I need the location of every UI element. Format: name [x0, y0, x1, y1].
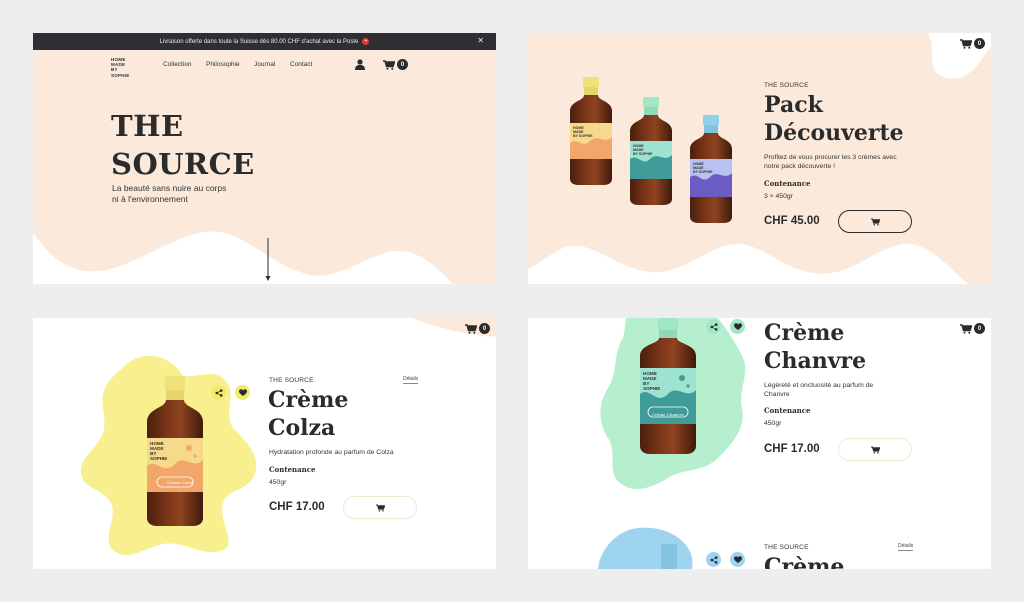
- product-title-line: Découverte: [764, 120, 904, 146]
- cart-count-badge: 0: [974, 323, 985, 334]
- contenance-value: 450gr: [764, 420, 782, 427]
- arrow-down-icon[interactable]: [265, 238, 271, 282]
- product-price: CHF 17.00: [764, 443, 820, 455]
- bottle-mint: HOME MADE BY SOPHIE: [630, 97, 672, 205]
- product-title: Pack Découverte: [764, 91, 904, 147]
- cart-button[interactable]: 0: [960, 323, 985, 334]
- hero-subtitle: La beauté sans nuire au corps ni à l'env…: [112, 183, 262, 205]
- logo[interactable]: HOME MADE BY SOPHIE: [111, 57, 130, 78]
- product-title-line: Chanvre: [764, 348, 867, 374]
- cart-button[interactable]: 0: [383, 59, 408, 70]
- hero-subtitle-line: ni à l'environnement: [112, 194, 188, 204]
- share-icon: [215, 388, 222, 397]
- user-icon[interactable]: [355, 59, 365, 70]
- bottle-next: [661, 544, 677, 569]
- logo-line: SOPHIE: [111, 72, 130, 78]
- product-price: CHF 17.00: [269, 501, 325, 513]
- share-icon: [710, 322, 717, 331]
- svg-text:SOPHIE: SOPHIE: [643, 386, 660, 391]
- nav-philosophie[interactable]: Philosophie: [206, 61, 240, 68]
- share-button[interactable]: [211, 385, 226, 400]
- cart-icon: [960, 323, 972, 334]
- bottle-label: Crème Chanvre: [652, 412, 684, 417]
- heart-icon: [733, 555, 742, 563]
- product-title-line: Pack: [764, 92, 823, 118]
- next-product-title: Crème: [764, 554, 845, 569]
- svg-text:BY SOPHIE: BY SOPHIE: [633, 152, 653, 156]
- product-eyebrow: THE SOURCE: [764, 82, 809, 89]
- contenance-label: Contenance: [764, 179, 811, 188]
- hero-title: THE SOURCE: [111, 107, 255, 183]
- nav-journal[interactable]: Journal: [254, 61, 275, 68]
- bottle-colza: HOME MADE BY SOPHIE: [147, 376, 203, 526]
- creme-colza-panel: 0 HOME MADE BY SOPHIE Crème Colza THE SO…: [33, 318, 496, 569]
- cart-icon: [870, 217, 880, 226]
- cart-icon: [375, 503, 385, 512]
- colza-background: [80, 318, 496, 556]
- product-title-line: Colza: [268, 415, 336, 441]
- add-to-cart-button[interactable]: [838, 210, 912, 233]
- product-description: Légèreté et onctuosité au parfum de Chan…: [764, 381, 873, 399]
- heart-icon: [238, 388, 247, 396]
- product-description-line: notre pack découverte !: [764, 163, 836, 170]
- share-button[interactable]: [706, 552, 721, 567]
- contenance-label: Contenance: [764, 406, 811, 415]
- cart-icon: [960, 38, 972, 49]
- product-description-line: Profitez de vous procurer les 3 crèmes a…: [764, 154, 897, 161]
- product-description: Profitez de vous procurer les 3 crèmes a…: [764, 153, 897, 171]
- close-icon[interactable]: ✕: [477, 36, 484, 45]
- cart-icon: [465, 323, 477, 334]
- nav-collection[interactable]: Collection: [163, 61, 192, 68]
- hero-subtitle-line: La beauté sans nuire au corps: [112, 183, 227, 193]
- cart-count-badge: 0: [479, 323, 490, 334]
- hero-panel: Livraison offerte dans toute la Suisse d…: [33, 33, 496, 284]
- cart-icon: [870, 445, 880, 454]
- product-price: CHF 45.00: [764, 215, 820, 227]
- cart-count-badge: 0: [974, 38, 985, 49]
- product-eyebrow: THE SOURCE: [764, 544, 809, 551]
- promo-bar: Livraison offerte dans toute la Suisse d…: [33, 33, 496, 50]
- product-title-line: Crème: [764, 320, 845, 346]
- product-description-line: Chanvre: [764, 391, 790, 398]
- pack-decouverte-panel: 0 HOME MADE BY SOPHIE HOME MADE BY SOPHI…: [528, 33, 991, 284]
- svg-text:SOPHIE: SOPHIE: [150, 456, 167, 461]
- bottle-chanvre: HOME MADE BY SOPHIE: [640, 318, 696, 454]
- bottle-label: Crème Colza: [166, 480, 193, 485]
- bottle-yellow: HOME MADE BY SOPHIE: [570, 77, 612, 185]
- swiss-flag-icon: +: [362, 38, 370, 45]
- product-description: Hydratation profonde au parfum de Colza: [269, 449, 394, 456]
- hero-title-line: THE: [111, 109, 184, 143]
- promo-text: Livraison offerte dans toute la Suisse d…: [159, 38, 359, 45]
- cart-button[interactable]: 0: [465, 323, 490, 334]
- contenance-value: 450gr: [269, 479, 287, 486]
- heart-icon: [733, 322, 742, 330]
- favorite-button[interactable]: [730, 552, 745, 567]
- product-title: Crème Chanvre: [764, 319, 866, 375]
- hero-title-line: SOURCE: [111, 147, 255, 181]
- product-description-line: Légèreté et onctuosité au parfum de: [764, 382, 874, 389]
- svg-text:BY SOPHIE: BY SOPHIE: [573, 134, 593, 138]
- bottle-blue: HOME MADE BY SOPHIE: [690, 115, 732, 223]
- product-eyebrow: THE SOURCE: [269, 377, 314, 384]
- nav-contact[interactable]: Contact: [290, 61, 312, 68]
- contenance-label: Contenance: [269, 465, 316, 474]
- product-title: Crème Colza: [268, 386, 348, 442]
- contenance-value: 3 × 450gr: [764, 193, 793, 200]
- favorite-button[interactable]: [730, 319, 745, 334]
- share-button[interactable]: [706, 319, 721, 334]
- share-icon: [710, 555, 717, 564]
- product-title-line: Crème: [268, 387, 349, 413]
- add-to-cart-button[interactable]: [343, 496, 417, 519]
- cart-count-badge: 0: [397, 59, 408, 70]
- creme-chanvre-panel: 0 HOME MADE BY SOPHIE Crème Chanvre Crèm…: [528, 318, 991, 569]
- add-to-cart-button[interactable]: [838, 438, 912, 461]
- svg-text:BY SOPHIE: BY SOPHIE: [693, 170, 713, 174]
- cart-icon: [383, 59, 395, 70]
- chanvre-background: [598, 318, 746, 569]
- cart-button[interactable]: 0: [960, 38, 985, 49]
- details-link[interactable]: Détails: [403, 376, 419, 384]
- favorite-button[interactable]: [235, 385, 250, 400]
- details-link[interactable]: Détails: [898, 543, 914, 551]
